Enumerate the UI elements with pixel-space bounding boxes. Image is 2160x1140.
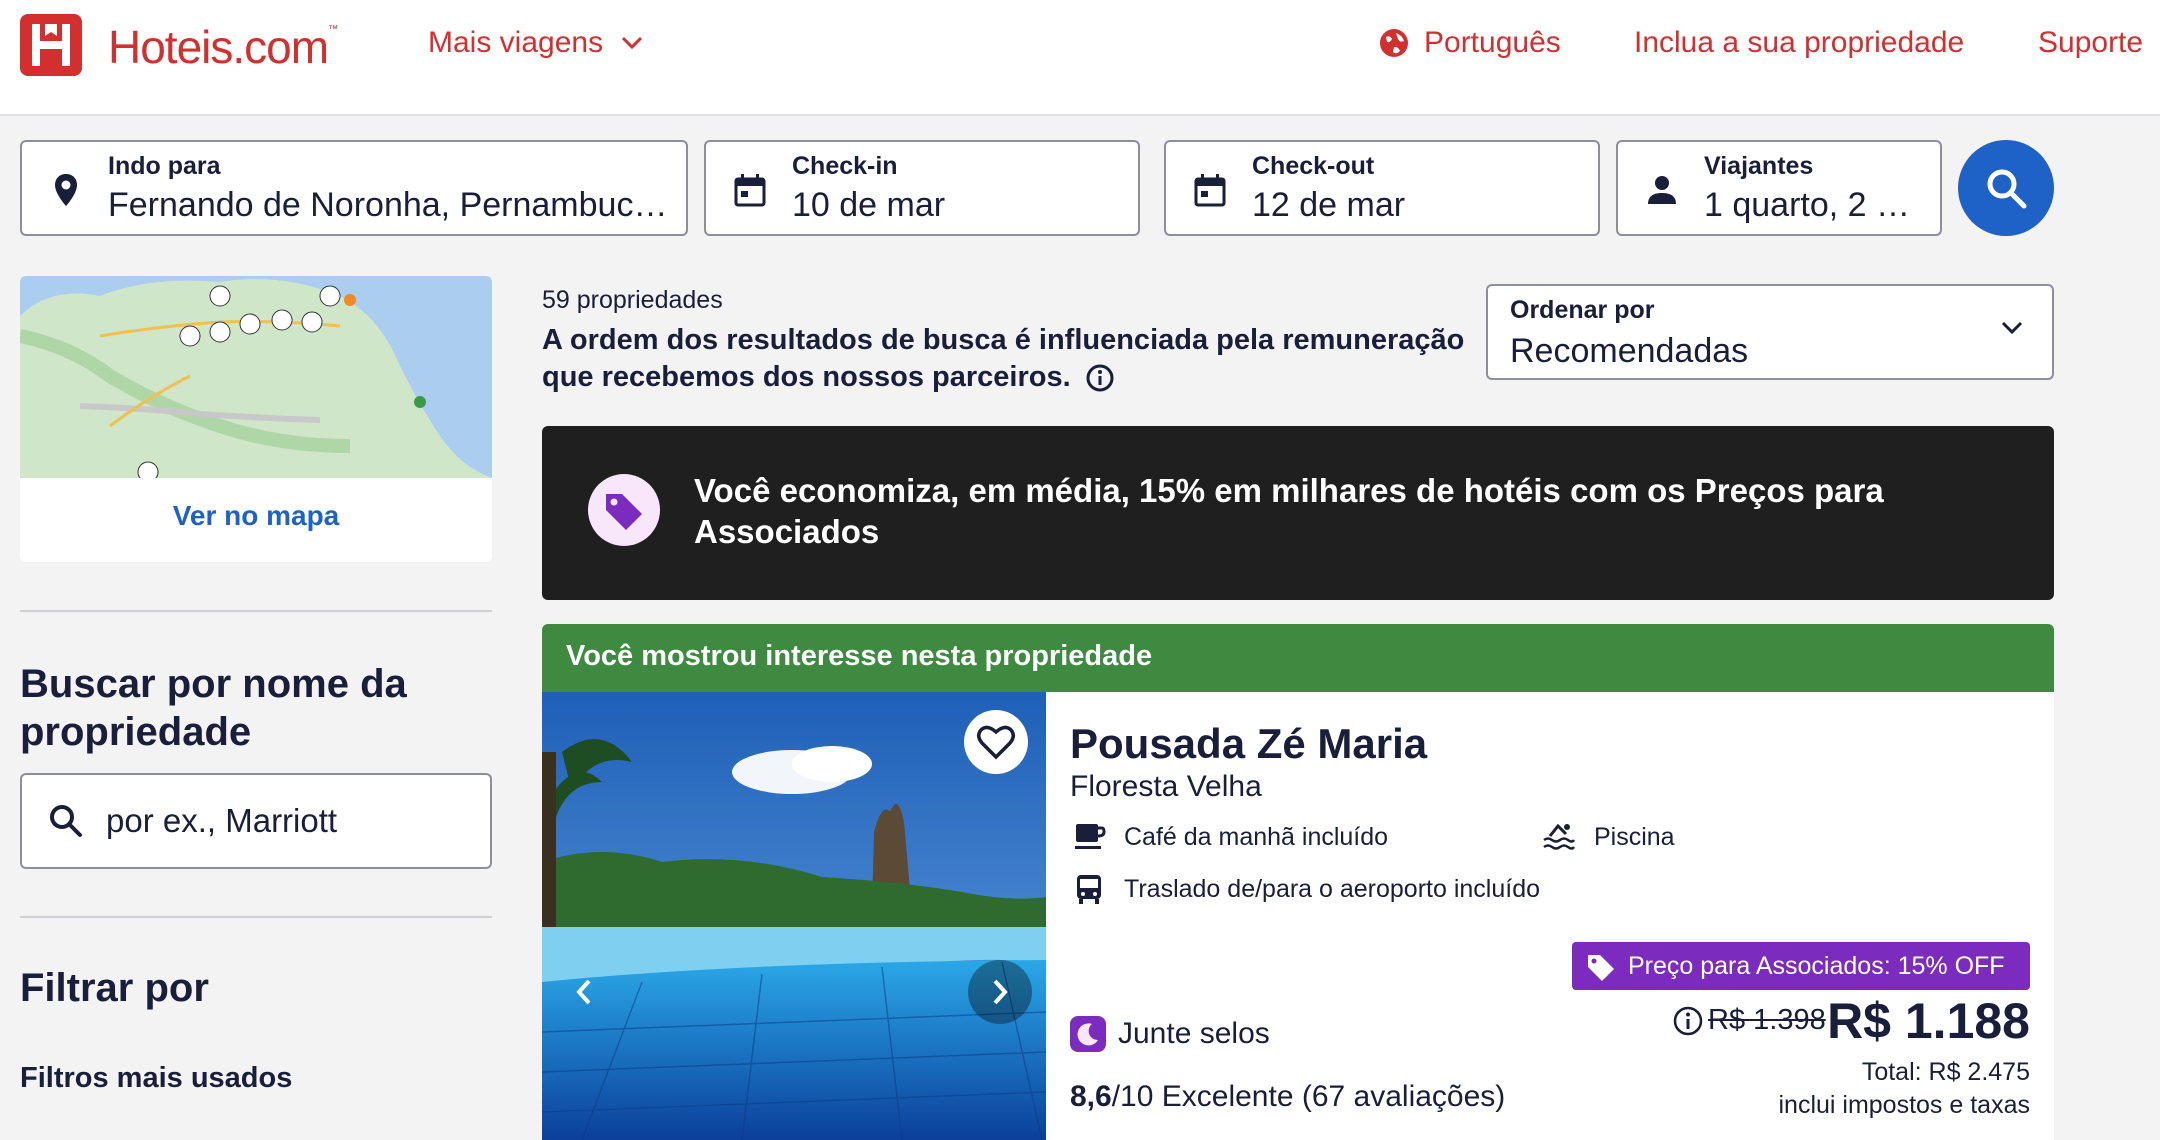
results-count: 59 propriedades bbox=[542, 286, 723, 314]
filter-title: Filtrar por bbox=[20, 966, 209, 1010]
chevron-left-icon bbox=[576, 979, 591, 1005]
amenity-label: Café da manhã incluído bbox=[1124, 822, 1389, 851]
checkin-value: 10 de mar bbox=[792, 186, 946, 224]
sort-select[interactable]: Ordenar por Recomendadas bbox=[1486, 284, 2054, 380]
map-card[interactable]: Ver no mapa bbox=[20, 276, 492, 562]
pool-icon bbox=[1543, 823, 1576, 850]
checkout-field[interactable]: Check-out 12 de mar bbox=[1164, 140, 1600, 236]
chevron-down-icon bbox=[2001, 321, 2023, 335]
calendar-icon bbox=[1194, 174, 1226, 207]
ranking-disclaimer-text: A ordem dos resultados de busca é influe… bbox=[542, 324, 1465, 393]
popular-filters-heading: Filtros mais usados bbox=[20, 1062, 293, 1094]
rating-score: 8,6 bbox=[1070, 1080, 1112, 1113]
list-property-label: Inclua a sua propriedade bbox=[1634, 26, 1965, 59]
view-map-link[interactable]: Ver no mapa bbox=[20, 500, 492, 532]
checkout-label: Check-out bbox=[1252, 152, 1375, 180]
member-price-badge: Preço para Associados: 15% OFF bbox=[1572, 942, 2030, 990]
language-selector[interactable]: Português bbox=[1378, 26, 1561, 60]
amenity-label: Traslado de/para o aeroporto incluído bbox=[1124, 874, 1541, 903]
original-price-value: R$ 1.398 bbox=[1708, 1004, 1826, 1036]
heart-icon bbox=[977, 725, 1015, 760]
top-header: Hoteis.com™ Mais viagens Português Inclu… bbox=[0, 0, 2160, 116]
property-card[interactable]: Você mostrou interesse nesta propriedade bbox=[542, 624, 2054, 1140]
globe-icon bbox=[1380, 29, 1408, 57]
calendar-icon bbox=[734, 174, 766, 207]
destination-field[interactable]: Indo para Fernando de Noronha, Pernambuc… bbox=[20, 140, 688, 236]
favorite-button[interactable] bbox=[964, 710, 1028, 774]
chevron-right-icon bbox=[993, 979, 1008, 1005]
bus-icon bbox=[1077, 875, 1101, 904]
support-link[interactable]: Suporte bbox=[2038, 26, 2143, 60]
interest-header-text: Você mostrou interesse nesta propriedade bbox=[566, 640, 1153, 672]
original-price: R$ 1.398 bbox=[1672, 1004, 1826, 1037]
property-name-search-title: Buscar por nome da propriedade bbox=[20, 662, 407, 754]
property-location: Floresta Velha bbox=[1070, 770, 1262, 803]
member-prices-text: Você economiza, em média, 15% em milhare… bbox=[694, 472, 1884, 550]
chevron-down-icon bbox=[622, 36, 643, 50]
checkout-value: 12 de mar bbox=[1252, 186, 1406, 224]
map-preview[interactable] bbox=[20, 276, 492, 478]
destination-label: Indo para bbox=[108, 152, 221, 180]
sort-value: Recomendadas bbox=[1510, 332, 1749, 370]
brand-name[interactable]: Hoteis.com™ bbox=[108, 20, 338, 74]
collect-stamps-label: Junte selos bbox=[1118, 1017, 1270, 1050]
travelers-field[interactable]: Viajantes 1 quarto, 2 vi... bbox=[1616, 140, 1942, 236]
info-icon[interactable] bbox=[1672, 1005, 1704, 1037]
rating-text: /10 Excelente (67 avaliações) bbox=[1111, 1080, 1506, 1113]
sidebar-divider bbox=[20, 916, 492, 918]
more-trips-label: Mais viagens bbox=[428, 26, 604, 59]
info-icon[interactable] bbox=[1085, 363, 1115, 393]
price-total: Total: R$ 2.475 inclui impostos e taxas bbox=[1778, 1056, 2030, 1122]
hotels-logo-icon[interactable] bbox=[20, 14, 82, 76]
sidebar-divider bbox=[20, 610, 492, 612]
destination-value: Fernando de Noronha, Pernambuco ... bbox=[108, 186, 668, 224]
interest-header: Você mostrou interesse nesta propriedade bbox=[542, 624, 2054, 692]
support-label: Suporte bbox=[2038, 26, 2144, 59]
price-tag-badge bbox=[588, 474, 660, 546]
current-price: R$ 1.188 bbox=[1827, 993, 2030, 1049]
amenity-shuttle: Traslado de/para o aeroporto incluído bbox=[1072, 872, 1540, 906]
list-property-link[interactable]: Inclua a sua propriedade bbox=[1634, 26, 1964, 60]
property-name[interactable]: Pousada Zé Maria bbox=[1070, 720, 1427, 768]
total-price: Total: R$ 2.475 bbox=[1861, 1058, 2030, 1086]
travelers-label: Viajantes bbox=[1704, 152, 1814, 180]
taxes-note: inclui impostos e taxas bbox=[1778, 1091, 2030, 1119]
property-name-input[interactable] bbox=[106, 795, 476, 847]
travelers-value: 1 quarto, 2 vi... bbox=[1704, 186, 1924, 224]
search-icon bbox=[1987, 169, 2027, 209]
location-pin-icon bbox=[55, 174, 77, 206]
amenity-breakfast: Café da manhã incluído bbox=[1072, 820, 1388, 854]
more-trips-menu[interactable]: Mais viagens bbox=[428, 26, 643, 60]
collect-stamps: Junte selos bbox=[1070, 1016, 1270, 1052]
coffee-cup-icon bbox=[1075, 824, 1106, 849]
language-label: Português bbox=[1424, 26, 1561, 59]
price-tag-icon bbox=[606, 494, 642, 530]
guest-rating[interactable]: 8,6/10 Excelente (67 avaliações) bbox=[1070, 1080, 1505, 1114]
moon-stamp-icon bbox=[1070, 1016, 1106, 1052]
price-tag-icon bbox=[1588, 955, 1614, 981]
search-icon bbox=[50, 805, 82, 837]
previous-photo-button[interactable] bbox=[552, 960, 616, 1024]
member-prices-banner: Você economiza, em média, 15% em milhare… bbox=[542, 426, 2054, 600]
person-icon bbox=[1648, 176, 1676, 204]
member-price-label: Preço para Associados: 15% OFF bbox=[1628, 951, 2005, 980]
amenity-label: Piscina bbox=[1594, 822, 1675, 851]
amenity-pool: Piscina bbox=[1542, 820, 1675, 854]
next-photo-button[interactable] bbox=[968, 960, 1032, 1024]
search-button[interactable] bbox=[1958, 140, 2054, 236]
sort-label: Ordenar por bbox=[1510, 296, 1655, 324]
property-name-search[interactable] bbox=[20, 773, 492, 869]
ranking-disclaimer: A ordem dos resultados de busca é influe… bbox=[542, 322, 1472, 396]
checkin-field[interactable]: Check-in 10 de mar bbox=[704, 140, 1140, 236]
checkin-label: Check-in bbox=[792, 152, 898, 180]
